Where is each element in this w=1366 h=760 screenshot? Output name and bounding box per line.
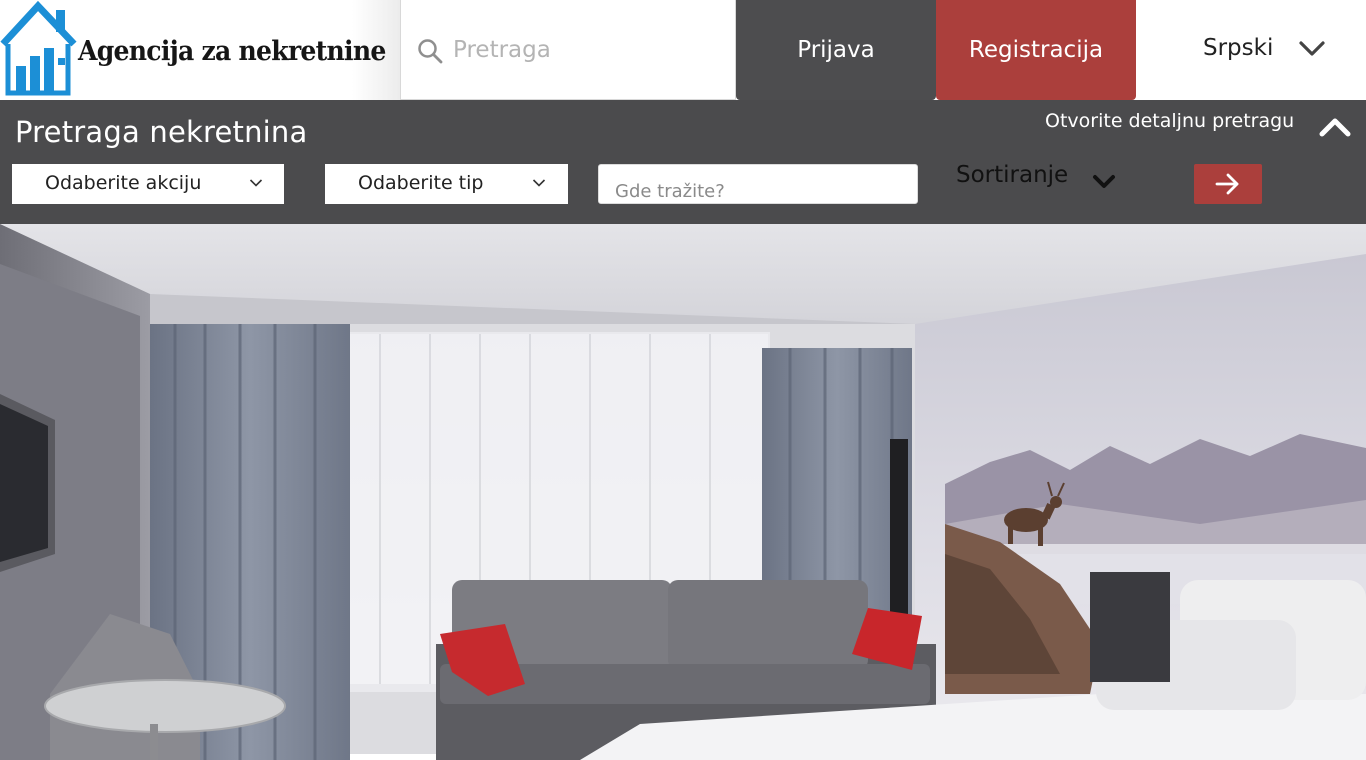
logo-text: Agencija za nekretnine (78, 36, 386, 67)
site-logo[interactable]: Agencija za nekretnine (0, 0, 400, 100)
type-select-value: Odaberite tip (358, 172, 484, 194)
hero-image (0, 224, 1366, 760)
search-icon[interactable] (417, 38, 443, 64)
advanced-search-toggle[interactable]: Otvorite detaljnu pretragu (1045, 110, 1294, 132)
register-button[interactable]: Registracija (936, 0, 1136, 100)
arrow-right-icon (1215, 173, 1239, 195)
top-bar: Agencija za nekretnine Prijava Registrac… (0, 0, 1366, 100)
sort-dropdown[interactable]: Sortiranje (956, 162, 1136, 198)
language-selector[interactable]: Srpski (1136, 0, 1366, 100)
chevron-down-icon (1299, 41, 1325, 56)
property-search-panel: Pretraga nekretnina Otvorite detaljnu pr… (0, 100, 1366, 224)
chevron-up-icon[interactable] (1318, 116, 1352, 138)
search-submit-button[interactable] (1194, 164, 1262, 204)
chevron-down-icon (249, 179, 263, 187)
sort-label: Sortiranje (956, 162, 1069, 188)
hotel-room-illustration (0, 224, 1366, 760)
panel-title: Pretraga nekretnina (15, 115, 308, 149)
location-input[interactable] (615, 179, 905, 203)
login-button[interactable]: Prijava (736, 0, 936, 100)
action-select-value: Odaberite akciju (45, 172, 202, 194)
chevron-down-icon (1093, 175, 1115, 188)
action-select[interactable]: Odaberite akciju (12, 164, 284, 204)
house-logo-icon (0, 0, 77, 96)
search-input[interactable] (453, 30, 723, 70)
type-select[interactable]: Odaberite tip (325, 164, 568, 204)
location-field (598, 164, 918, 204)
site-search (400, 0, 736, 100)
chevron-down-icon (532, 179, 546, 187)
language-label: Srpski (1203, 35, 1274, 61)
